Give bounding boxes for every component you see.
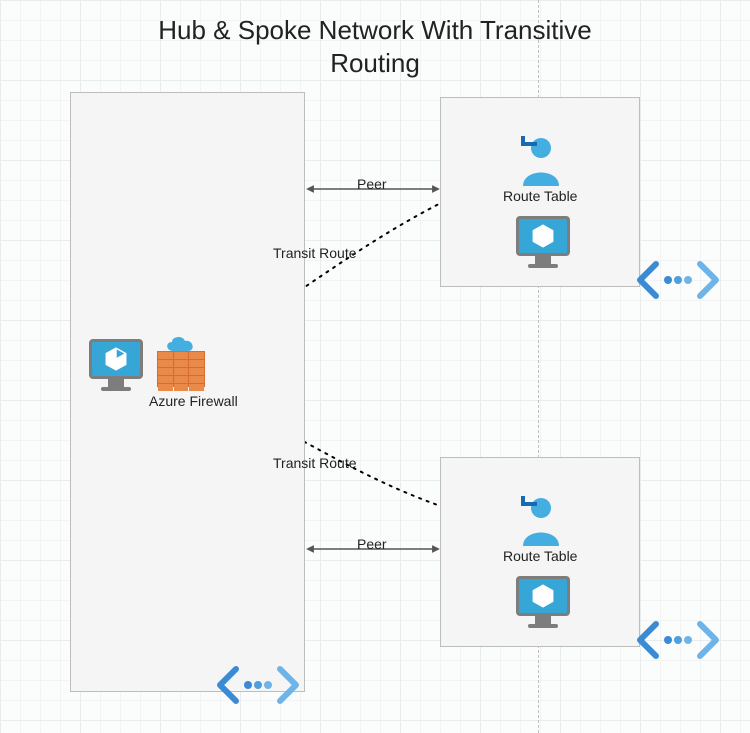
transit-route-label: Transit Route xyxy=(273,245,357,261)
spoke-a-box: Route Table xyxy=(440,97,640,287)
vnet-icon xyxy=(216,665,300,710)
azure-firewall-label: Azure Firewall xyxy=(149,393,238,409)
diagram-title: Hub & Spoke Network With Transitive Rout… xyxy=(0,14,750,79)
azure-firewall-icon xyxy=(157,351,205,387)
transit-route-label: Transit Route xyxy=(273,455,357,471)
route-table-icon xyxy=(519,494,563,551)
route-table-label: Route Table xyxy=(503,188,577,204)
cloud-icon xyxy=(163,333,199,355)
vnet-icon xyxy=(636,260,720,305)
vm-icon xyxy=(89,339,143,391)
brick-wall-icon xyxy=(157,351,205,387)
title-line-2: Routing xyxy=(330,48,420,78)
route-table-icon xyxy=(519,134,563,191)
spoke-b-box: Route Table xyxy=(440,457,640,647)
diagram-canvas: Hub & Spoke Network With Transitive Rout… xyxy=(0,0,750,733)
cube-icon xyxy=(103,346,129,372)
peer-label: Peer xyxy=(357,176,387,192)
vm-icon xyxy=(516,216,570,268)
vnet-icon xyxy=(636,620,720,665)
hub-vnet-box: Azure Firewall xyxy=(70,92,305,692)
route-table-label: Route Table xyxy=(503,548,577,564)
title-line-1: Hub & Spoke Network With Transitive xyxy=(158,15,592,45)
peer-label: Peer xyxy=(357,536,387,552)
vm-icon xyxy=(516,576,570,628)
